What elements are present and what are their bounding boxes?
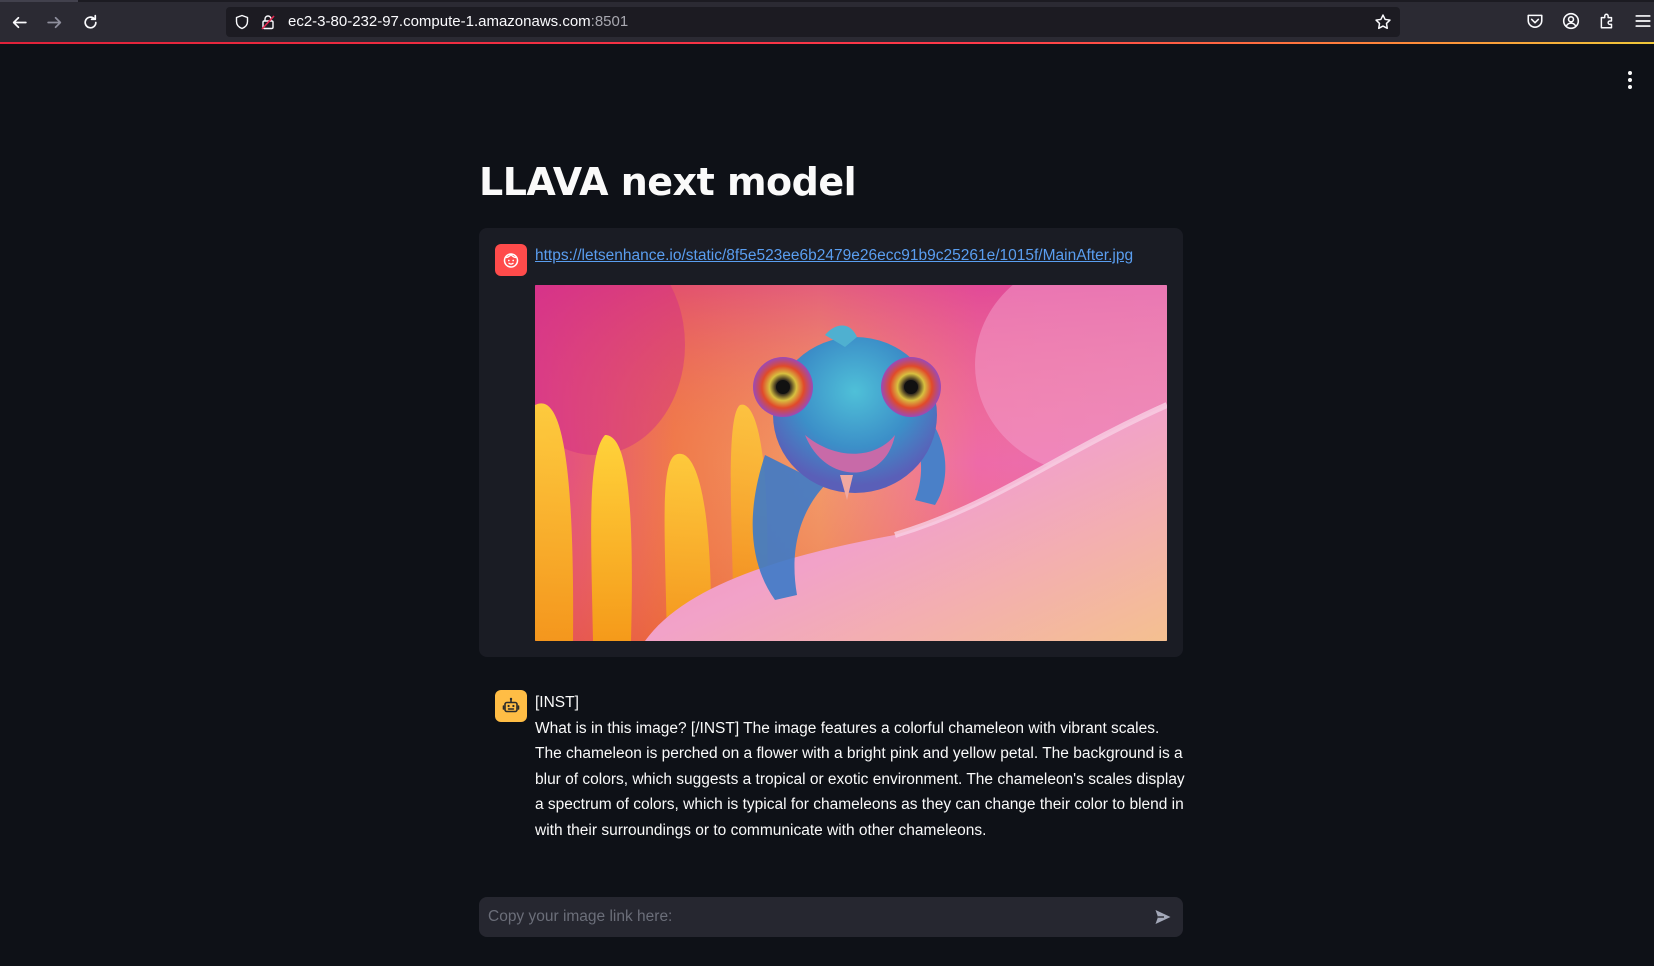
- send-button[interactable]: [1151, 905, 1175, 929]
- chat-message-assistant: [INST] What is in this image? [/INST] Th…: [479, 674, 1185, 854]
- back-arrow-icon: [12, 16, 27, 28]
- assistant-message-text: [INST] What is in this image? [/INST] Th…: [535, 690, 1185, 843]
- extensions-puzzle-icon[interactable]: [1598, 12, 1616, 30]
- page-load-indicator: [0, 42, 1654, 44]
- menu-dot-icon: [1628, 78, 1632, 82]
- account-icon[interactable]: [1562, 12, 1580, 30]
- robot-icon: [502, 697, 520, 713]
- menu-dot-icon: [1628, 71, 1632, 75]
- app-main-menu-button[interactable]: [1620, 70, 1640, 90]
- chat-input[interactable]: [479, 897, 1119, 937]
- tracking-shield-icon[interactable]: [234, 14, 250, 30]
- address-bar[interactable]: ec2-3-80-232-97.compute-1.amazonaws.com:…: [226, 7, 1400, 37]
- url-text[interactable]: ec2-3-80-232-97.compute-1.amazonaws.com:…: [288, 13, 628, 30]
- forward-button[interactable]: [42, 10, 66, 34]
- send-icon: [1155, 910, 1171, 924]
- url-host: ec2-3-80-232-97.compute-1.amazonaws.com: [288, 13, 591, 30]
- chat-message-user: https://letsenhance.io/static/8f5e523ee6…: [479, 228, 1183, 657]
- assistant-avatar: [495, 690, 527, 722]
- back-button[interactable]: [7, 10, 31, 34]
- user-avatar: [495, 244, 527, 276]
- image-url-link[interactable]: https://letsenhance.io/static/8f5e523ee6…: [535, 247, 1133, 265]
- reload-button[interactable]: [78, 10, 102, 34]
- bookmark-star-icon[interactable]: [1374, 13, 1392, 31]
- insecure-lock-icon[interactable]: [260, 14, 276, 30]
- chameleon-image: [535, 285, 1167, 641]
- assistant-message-body: What is in this image? [/INST] The image…: [535, 719, 1185, 839]
- browser-toolbar: ec2-3-80-232-97.compute-1.amazonaws.com:…: [0, 0, 1654, 42]
- hamburger-menu-icon[interactable]: [1634, 12, 1652, 30]
- assistant-message-line-inst: [INST]: [535, 694, 579, 711]
- pocket-icon[interactable]: [1526, 12, 1544, 30]
- page-title: LLAVA next model: [479, 160, 857, 204]
- tab-strip: [0, 0, 1654, 2]
- menu-dot-icon: [1628, 85, 1632, 89]
- chat-input-container: [479, 897, 1183, 937]
- forward-arrow-icon: [46, 16, 61, 28]
- reload-icon: [83, 14, 97, 29]
- url-port: :8501: [590, 13, 629, 30]
- user-face-icon: [503, 253, 519, 268]
